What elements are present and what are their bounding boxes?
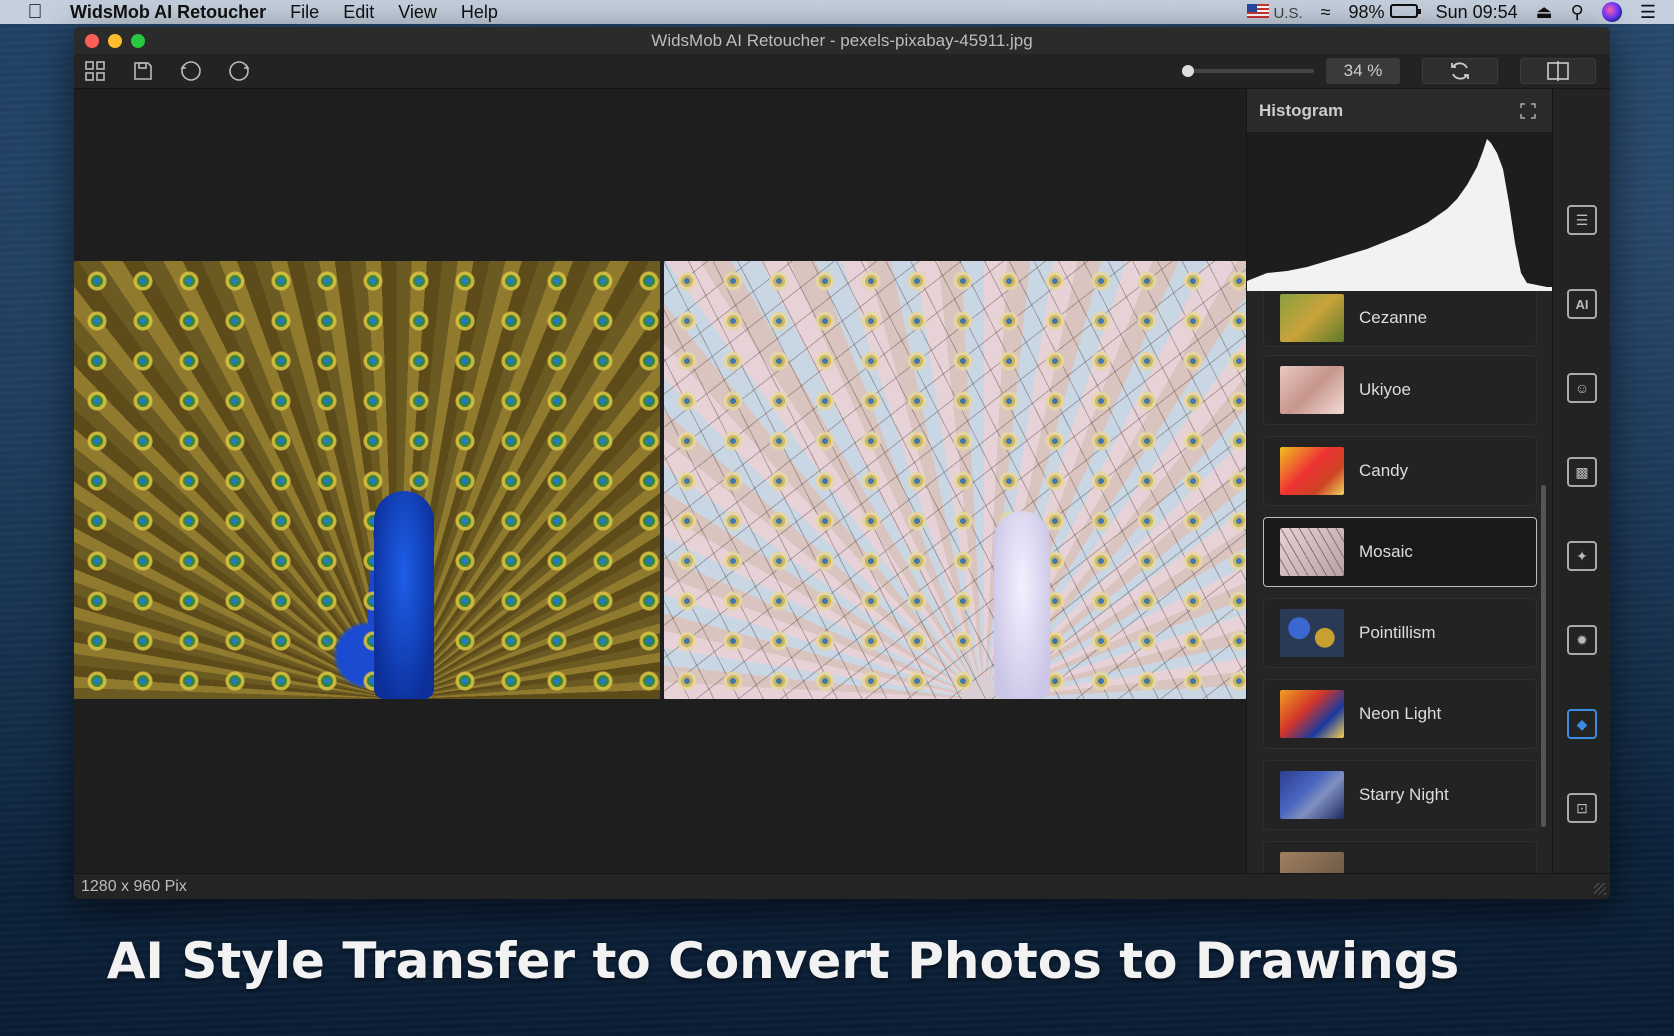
menu-edit[interactable]: Edit [343,2,374,23]
clock[interactable]: Sun 09:54 [1436,2,1518,23]
styled-photo [664,261,1246,699]
resize-handle[interactable] [1594,883,1606,895]
save-icon[interactable] [128,57,158,85]
style-item-partial[interactable] [1263,841,1537,873]
zoom-window-button[interactable] [131,33,145,48]
battery-status[interactable]: 98% [1349,2,1421,23]
menu-file[interactable]: File [290,2,319,23]
image-dimensions: 1280 x 960 Pix [81,877,187,895]
title-bar: WidsMob AI Retoucher - pexels-pixabay-45… [74,27,1610,54]
status-bar: 1280 x 960 Pix [74,873,1610,899]
styles-scrollbar-thumb[interactable] [1541,485,1546,827]
style-thumbnail [1280,609,1344,657]
minimize-window-button[interactable] [108,33,122,48]
histogram-plot [1247,139,1553,291]
compare-view-button[interactable] [1520,58,1596,84]
promo-caption: AI Style Transfer to Convert Photos to D… [106,932,1460,990]
expand-icon[interactable] [1516,99,1540,123]
style-item-pointillism[interactable]: Pointillism [1263,598,1537,668]
style-label: Ukiyoe [1359,380,1411,399]
rotate-right-icon[interactable] [224,57,254,85]
histogram-title: Histogram [1259,100,1344,120]
us-flag-icon [1247,3,1270,18]
style-thumbnail [1280,447,1344,495]
style-thumbnail [1280,771,1344,819]
style-label: Candy [1359,461,1409,480]
style-label: Pointillism [1359,623,1436,642]
split-view-icon [1547,61,1569,81]
window-title: WidsMob AI Retoucher - pexels-pixabay-45… [651,30,1033,50]
battery-icon [1389,3,1421,18]
menu-help[interactable]: Help [461,2,498,23]
window-controls [74,33,145,48]
style-thumbnail [1280,852,1344,873]
magic-wand-icon[interactable]: ✦ [1567,541,1597,571]
style-item-neon-light[interactable]: Neon Light [1263,679,1537,749]
menu-bar:  WidsMob AI Retoucher File Edit View He… [0,0,1674,24]
app-menu[interactable]: WidsMob AI Retoucher [70,2,266,23]
adjust-sliders-icon[interactable]: ☰ [1567,205,1597,235]
style-item-ukiyoe[interactable]: Ukiyoe [1263,355,1537,425]
toolbar-right: 34 % [1182,58,1604,84]
style-label: Mosaic [1359,542,1413,561]
style-thumbnail [1280,690,1344,738]
refresh-icon [1451,62,1469,80]
styles-list: Cezanne Ukiyoe Candy Mosaic Pointillism … [1247,291,1553,873]
styles-scrollbar[interactable] [1541,291,1546,873]
style-item-mosaic[interactable]: Mosaic [1263,517,1537,587]
zoom-slider[interactable] [1182,65,1314,77]
style-label: Neon Light [1359,704,1442,723]
rotate-left-icon[interactable] [176,57,206,85]
grid-view-icon[interactable] [80,57,110,85]
noise-icon[interactable]: ▩ [1567,457,1597,487]
right-panel: Histogram Cezanne Ukiyoe Candy Mosaic Po… [1246,89,1553,873]
style-label: Cezanne [1359,307,1428,327]
style-label: Starry Night [1359,785,1449,804]
histogram-graph [1247,133,1553,291]
spotlight-search-icon[interactable]: ⚲ [1571,2,1584,23]
portrait-icon[interactable]: ☺ [1567,373,1597,403]
notification-center-icon[interactable]: ☰ [1640,2,1656,23]
menu-view[interactable]: View [398,2,437,23]
style-item-cezanne[interactable]: Cezanne [1263,291,1537,347]
eject-icon[interactable]: ⏏ [1536,2,1553,23]
style-thumbnail [1280,293,1344,342]
toolbar: 34 % [74,54,1610,89]
lens-icon[interactable]: ✹ [1567,625,1597,655]
histogram-header: Histogram [1247,89,1552,133]
style-thumbnail [1280,528,1344,576]
crop-icon[interactable]: ⊡ [1567,793,1597,823]
original-photo [74,261,660,699]
status-area: U.S. ≈ 98% Sun 09:54 ⏏ ⚲ ☰ [1247,2,1674,23]
zoom-value[interactable]: 34 % [1326,58,1400,84]
close-window-button[interactable] [85,33,99,48]
image-canvas [74,89,1246,873]
input-source[interactable]: U.S. [1247,2,1303,23]
tool-sidebar: ☰ AI ☺ ▩ ✦ ✹ ◆ ⊡ [1552,89,1610,873]
apple-icon[interactable]:  [0,1,70,24]
style-thumbnail [1280,366,1344,414]
style-item-starry-night[interactable]: Starry Night [1263,760,1537,830]
siri-icon[interactable] [1601,2,1622,22]
wifi-icon[interactable]: ≈ [1321,2,1331,23]
app-window: WidsMob AI Retoucher - pexels-pixabay-45… [74,27,1610,899]
ai-icon[interactable]: AI [1567,289,1597,319]
reset-button[interactable] [1422,58,1498,84]
zoom-slider-knob[interactable] [1182,65,1194,77]
style-transfer-icon[interactable]: ◆ [1567,709,1597,739]
style-item-candy[interactable]: Candy [1263,436,1537,506]
